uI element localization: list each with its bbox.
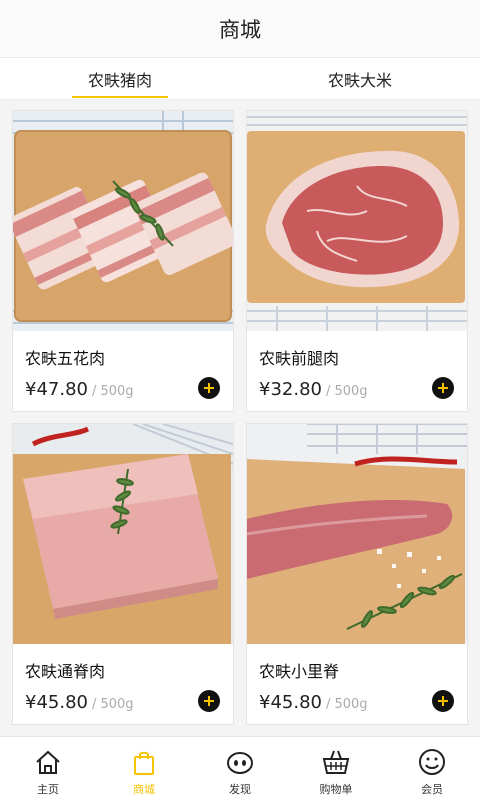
top-header: 商城 [0,0,480,58]
product-unit: / 500g [91,384,134,399]
product-price: ¥32.80 [259,379,322,400]
product-card[interactable]: 农畉通脊肉 ¥45.80 / 500g [12,423,234,725]
tabbar-label: 发现 [229,783,251,796]
tabbar-label: 会员 [421,783,443,796]
add-to-cart-button[interactable] [198,690,220,712]
product-price: ¥45.80 [25,692,88,713]
product-image-pork-belly [13,111,233,331]
tabbar-item-discover[interactable]: 发现 [192,737,288,800]
member-smile-icon [419,749,445,775]
category-tabs: 农畉猪肉 农畉大米 [0,58,480,100]
bottom-tab-bar: 主页 商城 发现 购物单 会员 [0,736,480,800]
product-name: 农畉五花肉 [25,349,106,368]
tabbar-item-home[interactable]: 主页 [0,737,96,800]
plus-icon [438,383,448,393]
price-row: ¥32.80 / 500g [259,379,368,400]
tabbar-label: 购物单 [319,783,353,796]
product-price: ¥45.80 [259,692,322,713]
product-card[interactable]: 农畉小里脊 ¥45.80 / 500g [246,423,468,725]
product-card[interactable]: 农畉前腿肉 ¥32.80 / 500g [246,110,468,412]
product-unit: / 500g [325,697,368,712]
add-to-cart-button[interactable] [198,377,220,399]
product-image-pork-tenderloin [247,424,467,644]
discover-icon [227,752,253,774]
product-unit: / 500g [325,384,368,399]
plus-icon [204,383,214,393]
tab-pork[interactable]: 农畉猪肉 [0,58,240,99]
tabbar-item-shopping-list[interactable]: 购物单 [288,737,384,800]
tabbar-item-member[interactable]: 会员 [384,737,480,800]
basket-icon [322,750,350,774]
shopping-bag-icon [134,751,154,775]
product-name: 农畉小里脊 [259,662,340,681]
tabbar-item-mall[interactable]: 商城 [96,737,192,800]
add-to-cart-button[interactable] [432,377,454,399]
product-image-pork-loin [13,424,233,644]
tabbar-label: 主页 [37,783,59,796]
home-icon [36,750,60,774]
product-image-pork-shoulder [247,111,467,331]
price-row: ¥45.80 / 500g [259,692,368,713]
plus-icon [204,696,214,706]
product-price: ¥47.80 [25,379,88,400]
price-row: ¥47.80 / 500g [25,379,134,400]
product-name: 农畉前腿肉 [259,349,340,368]
tab-rice-label: 农畉大米 [327,70,392,90]
product-unit: / 500g [91,697,134,712]
product-name: 农畉通脊肉 [25,662,106,681]
tabbar-label: 商城 [133,783,155,796]
product-card[interactable]: 农畉五花肉 ¥47.80 / 500g [12,110,234,412]
add-to-cart-button[interactable] [432,690,454,712]
plus-icon [438,696,448,706]
tab-pork-label: 农畉猪肉 [87,70,152,90]
tab-rice[interactable]: 农畉大米 [240,58,480,99]
app-root: 商城 农畉猪肉 农畉大米 农畉五花肉 ¥47.80 / 500g 农畉前腿肉 ¥… [0,0,480,800]
price-row: ¥45.80 / 500g [25,692,134,713]
page-title: 商城 [219,17,261,42]
